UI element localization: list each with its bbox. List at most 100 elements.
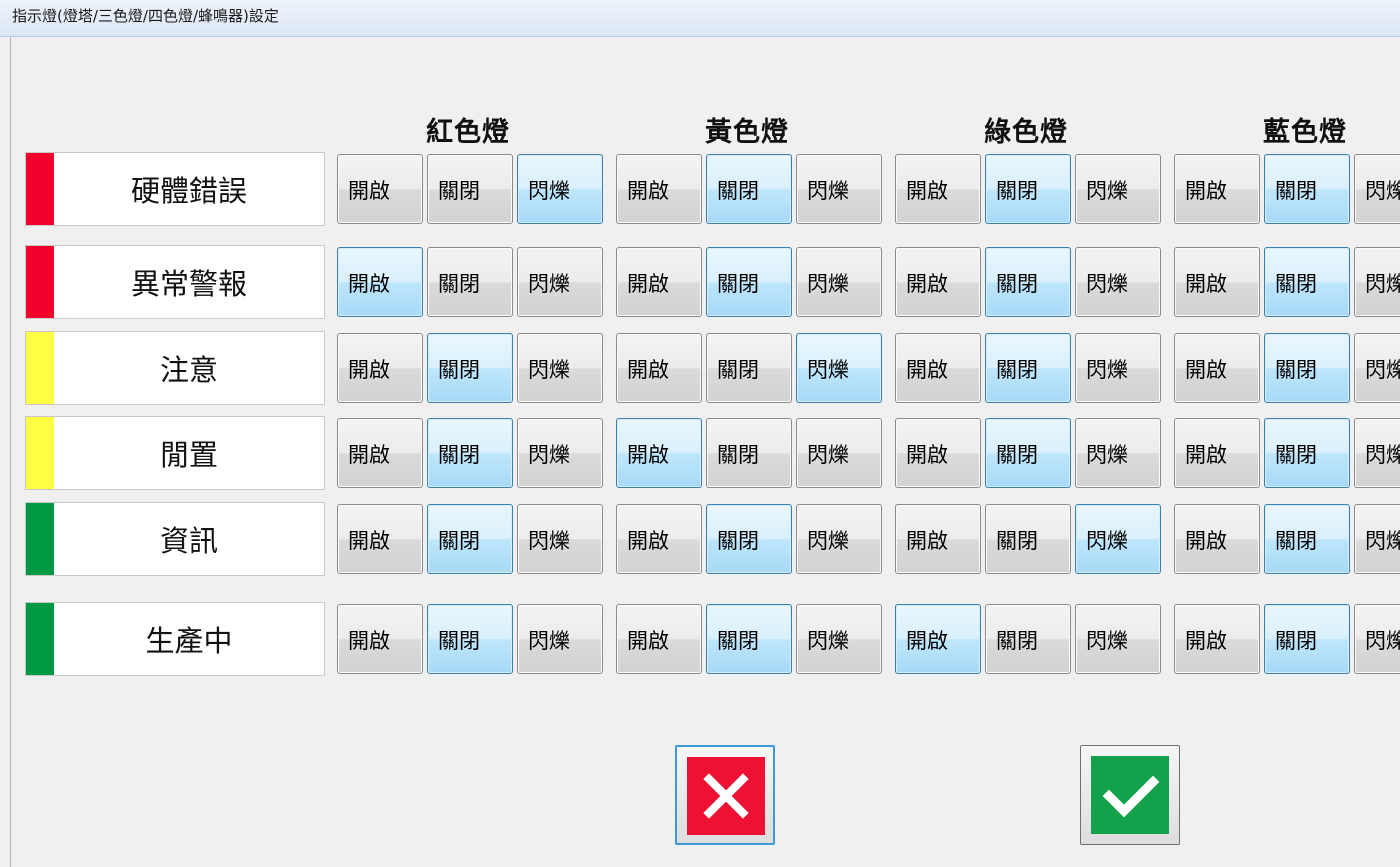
blue-light-on-button[interactable]: 開啟 (1174, 154, 1260, 224)
red-light-off-button[interactable]: 關閉 (427, 247, 513, 317)
title-bar: 指示燈(燈塔/三色燈/四色燈/蜂鳴器)設定 (0, 0, 1400, 37)
green-light-on-button[interactable]: 開啟 (895, 504, 981, 574)
row-label-text: 硬體錯誤 (130, 174, 247, 208)
red-light-blink-button[interactable]: 閃爍 (517, 604, 603, 674)
row-color-stripe (26, 417, 54, 489)
green-light-off-button[interactable]: 關閉 (985, 247, 1071, 317)
row-label-text: 閒置 (159, 438, 218, 472)
green-light-on-button[interactable]: 開啟 (895, 333, 981, 403)
column-header-yellow: 黃色燈 (705, 117, 789, 148)
blue-light-off-button[interactable]: 關閉 (1264, 604, 1350, 674)
yellow-light-off-button[interactable]: 關閉 (706, 604, 792, 674)
yellow-light-off-button[interactable]: 關閉 (706, 154, 792, 224)
yellow-light-blink-button[interactable]: 閃爍 (796, 418, 882, 488)
column-header-blue: 藍色燈 (1263, 117, 1347, 148)
column-header-green: 綠色燈 (984, 117, 1068, 148)
row-label-text: 異常警報 (130, 267, 247, 301)
red-light-on-button[interactable]: 開啟 (337, 604, 423, 674)
green-light-off-button[interactable]: 關閉 (985, 418, 1071, 488)
green-light-off-button[interactable]: 關閉 (985, 504, 1071, 574)
blue-light-blink-button[interactable]: 閃爍 (1354, 604, 1400, 674)
red-light-blink-button[interactable]: 閃爍 (517, 333, 603, 403)
blue-light-on-button[interactable]: 開啟 (1174, 504, 1260, 574)
red-light-on-button[interactable]: 開啟 (337, 333, 423, 403)
row-label-text: 生產中 (145, 624, 233, 658)
yellow-light-blink-button[interactable]: 閃爍 (796, 247, 882, 317)
red-light-off-button[interactable]: 關閉 (427, 418, 513, 488)
red-light-blink-button[interactable]: 閃爍 (517, 154, 603, 224)
blue-light-on-button[interactable]: 開啟 (1174, 333, 1260, 403)
row-color-stripe (26, 246, 54, 318)
green-light-blink-button[interactable]: 閃爍 (1075, 247, 1161, 317)
green-light-blink-button[interactable]: 閃爍 (1075, 604, 1161, 674)
row-label-1: 異常警報 (25, 245, 325, 319)
yellow-light-blink-button[interactable]: 閃爍 (796, 504, 882, 574)
yellow-light-off-button[interactable]: 關閉 (706, 418, 792, 488)
green-light-off-button[interactable]: 關閉 (985, 333, 1071, 403)
green-light-blink-button[interactable]: 閃爍 (1075, 418, 1161, 488)
yellow-light-on-button[interactable]: 開啟 (616, 604, 702, 674)
yellow-light-off-button[interactable]: 關閉 (706, 504, 792, 574)
blue-light-off-button[interactable]: 關閉 (1264, 418, 1350, 488)
blue-light-on-button[interactable]: 開啟 (1174, 604, 1260, 674)
row-color-stripe (26, 332, 54, 404)
red-light-on-button[interactable]: 開啟 (337, 154, 423, 224)
ok-button[interactable] (1080, 745, 1180, 845)
yellow-light-blink-button[interactable]: 閃爍 (796, 604, 882, 674)
green-light-on-button[interactable]: 開啟 (895, 604, 981, 674)
yellow-light-on-button[interactable]: 開啟 (616, 247, 702, 317)
close-icon (703, 773, 749, 819)
row-label-text: 注意 (159, 353, 218, 387)
red-light-on-button[interactable]: 開啟 (337, 504, 423, 574)
yellow-light-blink-button[interactable]: 閃爍 (796, 154, 882, 224)
red-light-off-button[interactable]: 關閉 (427, 604, 513, 674)
blue-light-off-button[interactable]: 關閉 (1264, 333, 1350, 403)
row-color-stripe (26, 503, 54, 575)
blue-light-off-button[interactable]: 關閉 (1264, 247, 1350, 317)
green-light-off-button[interactable]: 關閉 (985, 604, 1071, 674)
row-label-4: 資訊 (25, 502, 325, 576)
row-label-text: 資訊 (159, 524, 218, 558)
row-label-2: 注意 (25, 331, 325, 405)
column-header-red: 紅色燈 (426, 117, 510, 148)
green-light-blink-button[interactable]: 閃爍 (1075, 333, 1161, 403)
red-light-off-button[interactable]: 關閉 (427, 504, 513, 574)
row-label-3: 閒置 (25, 416, 325, 490)
yellow-light-on-button[interactable]: 開啟 (616, 418, 702, 488)
green-light-blink-button[interactable]: 閃爍 (1075, 504, 1161, 574)
green-light-blink-button[interactable]: 閃爍 (1075, 154, 1161, 224)
row-label-0: 硬體錯誤 (25, 152, 325, 226)
row-color-stripe (26, 603, 54, 675)
yellow-light-blink-button[interactable]: 閃爍 (796, 333, 882, 403)
red-light-on-button[interactable]: 開啟 (337, 418, 423, 488)
blue-light-off-button[interactable]: 關閉 (1264, 504, 1350, 574)
green-light-on-button[interactable]: 開啟 (895, 247, 981, 317)
red-light-off-button[interactable]: 關閉 (427, 333, 513, 403)
green-light-on-button[interactable]: 開啟 (895, 154, 981, 224)
row-label-5: 生產中 (25, 602, 325, 676)
blue-light-blink-button[interactable]: 閃爍 (1354, 333, 1400, 403)
yellow-light-on-button[interactable]: 開啟 (616, 154, 702, 224)
checkmark-icon (1102, 775, 1160, 818)
red-light-blink-button[interactable]: 閃爍 (517, 504, 603, 574)
window-title: 指示燈(燈塔/三色燈/四色燈/蜂鳴器)設定 (12, 7, 279, 25)
red-light-blink-button[interactable]: 閃爍 (517, 247, 603, 317)
cancel-button[interactable] (675, 745, 775, 845)
yellow-light-on-button[interactable]: 開啟 (616, 333, 702, 403)
yellow-light-on-button[interactable]: 開啟 (616, 504, 702, 574)
row-color-stripe (26, 153, 54, 225)
blue-light-on-button[interactable]: 開啟 (1174, 247, 1260, 317)
red-light-on-button[interactable]: 開啟 (337, 247, 423, 317)
yellow-light-off-button[interactable]: 關閉 (706, 247, 792, 317)
blue-light-blink-button[interactable]: 閃爍 (1354, 154, 1400, 224)
blue-light-blink-button[interactable]: 閃爍 (1354, 418, 1400, 488)
green-light-off-button[interactable]: 關閉 (985, 154, 1071, 224)
red-light-blink-button[interactable]: 閃爍 (517, 418, 603, 488)
yellow-light-off-button[interactable]: 關閉 (706, 333, 792, 403)
red-light-off-button[interactable]: 關閉 (427, 154, 513, 224)
blue-light-blink-button[interactable]: 閃爍 (1354, 247, 1400, 317)
blue-light-blink-button[interactable]: 閃爍 (1354, 504, 1400, 574)
green-light-on-button[interactable]: 開啟 (895, 418, 981, 488)
blue-light-off-button[interactable]: 關閉 (1264, 154, 1350, 224)
blue-light-on-button[interactable]: 開啟 (1174, 418, 1260, 488)
